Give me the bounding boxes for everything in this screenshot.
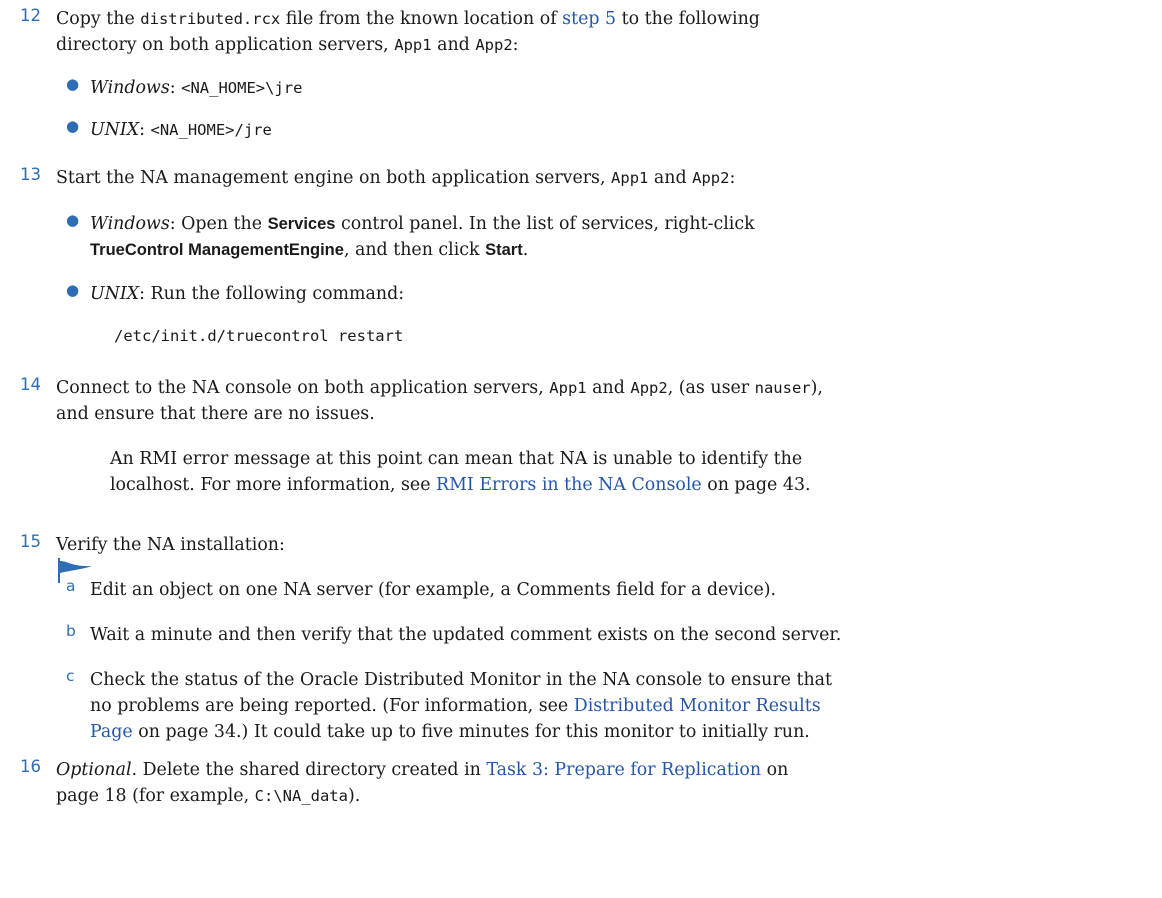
task-3-link[interactable]: Task 3: Prepare for Replication xyxy=(486,760,761,780)
file-name: distributed.rcx xyxy=(140,10,281,28)
step-text: Copy the distributed.rcx file from the k… xyxy=(56,9,760,55)
distributed-monitor-link-cont[interactable]: Page xyxy=(90,722,133,742)
rmi-errors-link[interactable]: RMI Errors in the NA Console xyxy=(436,475,702,495)
bullet-icon: ● xyxy=(66,75,80,93)
sub-text: Edit an object on one NA server (for exa… xyxy=(90,580,777,600)
bullet-icon: ● xyxy=(66,211,80,229)
bullet-text: Windows: Open the Services control panel… xyxy=(90,214,755,260)
bullet-icon: ● xyxy=(66,281,80,299)
start-label: Start xyxy=(485,241,523,259)
step-number: 12 xyxy=(20,6,41,25)
note-text: An RMI error message at this point can m… xyxy=(110,449,811,495)
step-number: 13 xyxy=(20,165,41,184)
step-text: Optional. Delete the shared directory cr… xyxy=(56,760,789,806)
step-text: Start the NA management engine on both a… xyxy=(56,168,736,188)
step-text: Connect to the NA console on both applic… xyxy=(56,378,823,424)
sub-text: Check the status of the Oracle Distribut… xyxy=(90,670,833,742)
bullet-text: Windows: <NA_HOME>\jre xyxy=(90,78,303,98)
truecontrol-label: TrueControl ManagementEngine xyxy=(90,241,344,259)
bullet-text: UNIX: <NA_HOME>/jre xyxy=(90,120,272,140)
command-line: /etc/init.d/truecontrol restart xyxy=(114,327,404,345)
sub-letter: a xyxy=(66,577,76,595)
step-number: 14 xyxy=(20,375,41,394)
sub-letter: c xyxy=(66,667,75,685)
services-label: Services xyxy=(267,215,336,233)
step-5-link[interactable]: step 5 xyxy=(562,9,616,29)
step-number: 16 xyxy=(20,757,41,776)
sub-text: Wait a minute and then verify that the u… xyxy=(90,625,842,645)
bullet-icon: ● xyxy=(66,117,80,135)
sub-letter: b xyxy=(66,622,76,640)
distributed-monitor-link[interactable]: Distributed Monitor Results xyxy=(574,696,821,716)
bullet-text: UNIX: Run the following command: xyxy=(90,284,405,304)
step-text: Verify the NA installation: xyxy=(56,535,285,555)
step-number: 15 xyxy=(20,532,41,551)
